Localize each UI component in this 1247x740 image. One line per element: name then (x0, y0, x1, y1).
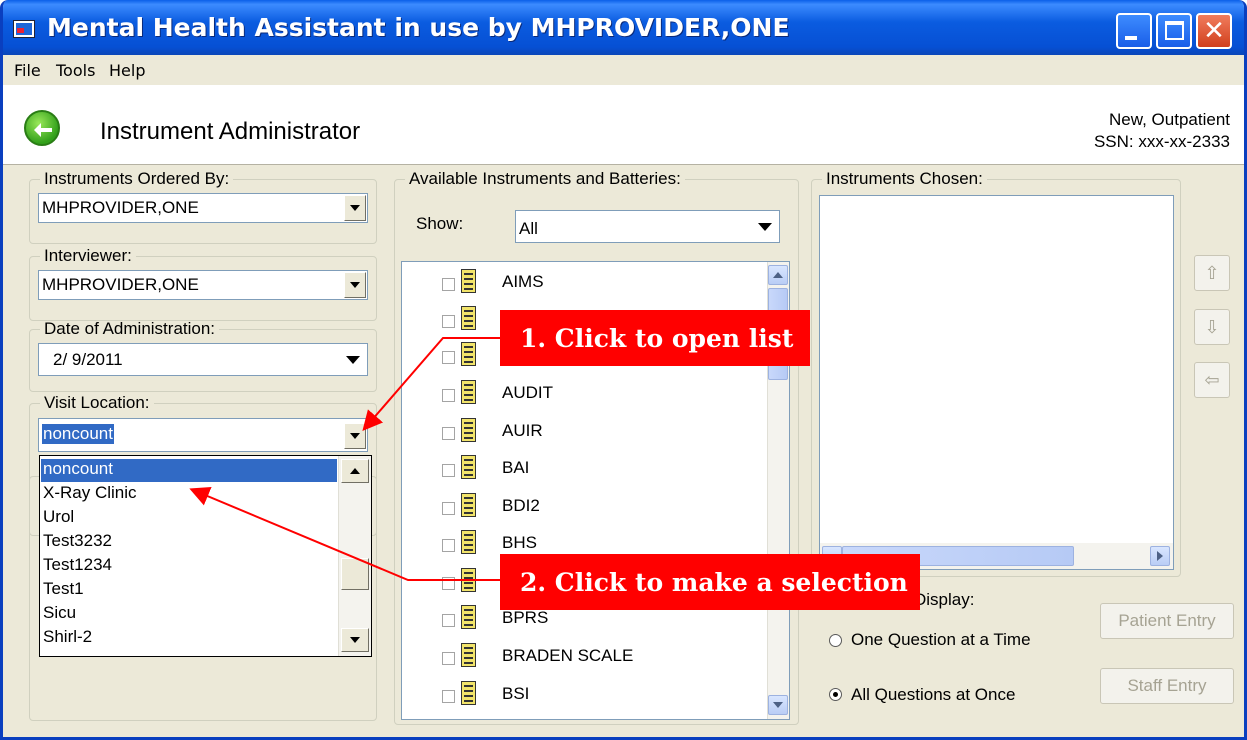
callout-open-list: 1. Click to open list (500, 310, 810, 366)
annotation-arrows (189, 337, 501, 581)
arrow-to-list (189, 486, 501, 581)
callout-make-selection: 2. Click to make a selection (500, 554, 920, 610)
arrow-to-dropdown (362, 337, 501, 432)
application-window: Mental Health Assistant in use by MHPROV… (0, 0, 1247, 740)
